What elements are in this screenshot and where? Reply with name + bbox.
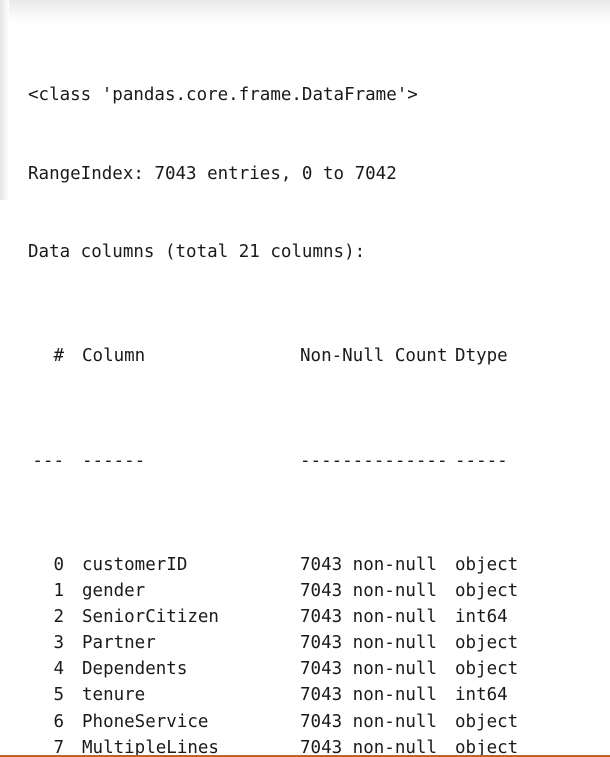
cell-index: 6 (53, 711, 64, 732)
cell-dtype: object (455, 633, 519, 654)
cell-index: 0 (53, 554, 64, 575)
cell-index: 5 (53, 685, 64, 706)
cell-index: 7 (53, 737, 64, 757)
cell-column-name: customerID (82, 554, 188, 575)
index-line: RangeIndex: 7043 entries, 0 to 7042 (28, 163, 397, 184)
cell-non-null-count: 7043 non-null (300, 581, 437, 602)
cell-column-name: tenure (82, 685, 146, 706)
cell-non-null-count: 7043 non-null (300, 607, 437, 628)
cell-column-name: SeniorCitizen (82, 607, 219, 628)
table-row: 6 PhoneService 7043 non-null object (0, 709, 610, 735)
header-non-null: Non-Null Count (300, 346, 448, 367)
table-row: 5 tenure 7043 non-null int64 (0, 682, 610, 708)
header-index: # (53, 346, 64, 367)
cell-non-null-count: 7043 non-null (300, 685, 437, 706)
rule-non-null: -------------- (300, 450, 448, 471)
cell-column-name: Partner (82, 633, 156, 654)
cell-non-null-count: 7043 non-null (300, 711, 437, 732)
cell-non-null-count: 7043 non-null (300, 659, 437, 680)
cell-column-name: gender (82, 581, 146, 602)
rule-column: ------ (82, 450, 146, 471)
cell-non-null-count: 7043 non-null (300, 737, 437, 757)
table-rule-row: --- ------ -------------- ----- (0, 448, 610, 474)
cell-index: 4 (53, 659, 64, 680)
class-line: <class 'pandas.core.frame.DataFrame'> (28, 85, 418, 106)
cell-non-null-count: 7043 non-null (300, 633, 437, 654)
table-body: 0 customerID 7043 non-null object 1 gender 704… (0, 552, 610, 757)
cell-column-name: Dependents (82, 659, 188, 680)
cell-dtype: object (455, 581, 519, 602)
console-output-text: <class 'pandas.core.frame.DataFrame'> Ra… (0, 0, 610, 757)
cell-dtype: object (455, 737, 519, 757)
table-row: 1 gender 7043 non-null object (0, 578, 610, 604)
cell-index: 2 (53, 607, 64, 628)
header-column: Column (82, 346, 146, 367)
table-row: 3 Partner 7043 non-null object (0, 630, 610, 656)
cell-index: 3 (53, 633, 64, 654)
table-row: 2 SeniorCitizen 7043 non-null int64 (0, 604, 610, 630)
table-header-row: # Column Non-Null Count Dtype (0, 343, 610, 369)
dataframe-info-output: <class 'pandas.core.frame.DataFrame'> Ra… (0, 0, 610, 757)
columns-line: Data columns (total 21 columns): (28, 241, 366, 262)
header-dtype: Dtype (455, 346, 508, 367)
cell-dtype: object (455, 659, 519, 680)
cell-column-name: MultipleLines (82, 737, 219, 757)
cell-dtype: object (455, 554, 519, 575)
cell-dtype: int64 (455, 685, 508, 706)
table-row: 4 Dependents 7043 non-null object (0, 656, 610, 682)
rule-index: --- (32, 450, 64, 471)
cell-index: 1 (53, 581, 64, 602)
cell-non-null-count: 7043 non-null (300, 554, 437, 575)
cell-dtype: int64 (455, 607, 508, 628)
rule-dtype: ----- (455, 450, 508, 471)
cell-dtype: object (455, 711, 519, 732)
table-row: 0 customerID 7043 non-null object (0, 552, 610, 578)
table-row: 7 MultipleLines 7043 non-null object (0, 735, 610, 757)
cell-column-name: PhoneService (82, 711, 209, 732)
